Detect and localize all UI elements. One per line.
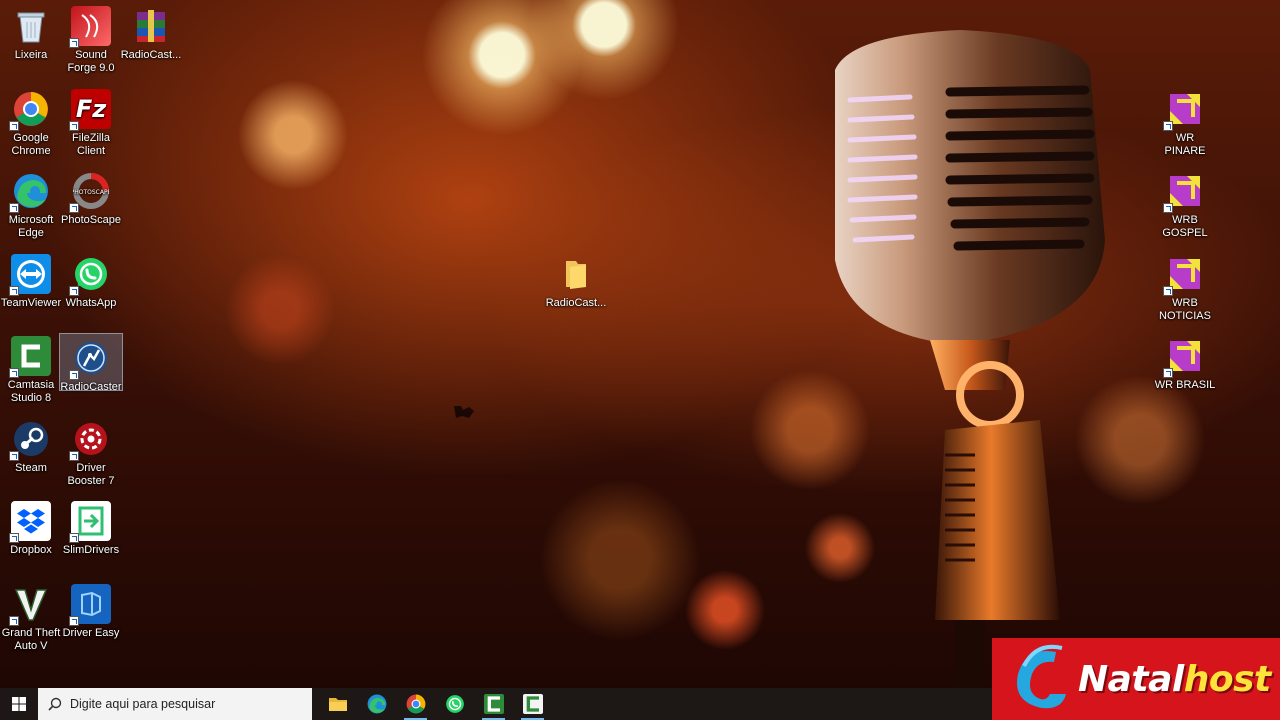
teamviewer-icon (9, 254, 51, 296)
icon-label: WR BRASIL (1154, 379, 1216, 391)
icon-label: Driver Easy (62, 627, 120, 639)
driver-easy-icon (69, 584, 111, 626)
icon-label: SlimDrivers (62, 544, 120, 556)
taskbar-camtasia[interactable] (474, 688, 513, 720)
microphone-wallpaper-art (835, 30, 1105, 688)
natalhost-swirl-icon (1017, 644, 1066, 709)
brand-text-host: host (1183, 658, 1272, 700)
wr-app-icon (1163, 336, 1205, 378)
taskbar-camtasia-recorder[interactable] (513, 688, 552, 720)
taskbar-file-explorer[interactable] (318, 688, 357, 720)
steam-icon (9, 419, 51, 461)
icon-label: Driver Booster 7 (67, 462, 115, 487)
wr-app-icon (1163, 89, 1205, 131)
winrar-archive-icon (131, 6, 171, 46)
radiocaster-icon (69, 338, 111, 380)
taskbar-chrome[interactable] (396, 688, 435, 720)
desktop-icon-radiocast-archive[interactable]: RadioCast... (120, 2, 182, 62)
icon-label: RadioCast... (545, 297, 607, 309)
natalhost-logo: Natalhost (992, 638, 1280, 720)
chrome-icon (9, 89, 51, 131)
whatsapp-icon (445, 695, 464, 713)
icon-label: RadioCaster (60, 381, 122, 393)
taskbar-edge[interactable] (357, 688, 396, 720)
desktop-icon-wrb-gospel[interactable]: WRB GOSPEL (1154, 167, 1216, 240)
desktop-icon-driver-booster[interactable]: Driver Booster 7 (60, 415, 122, 488)
icon-label: Grand Theft Auto V (1, 627, 61, 652)
desktop-icon-edge[interactable]: Microsoft Edge (0, 167, 62, 240)
start-button[interactable] (0, 688, 38, 720)
icon-label: WRB NOTICIAS (1159, 297, 1211, 322)
icon-label: WhatsApp (65, 297, 117, 309)
camtasia-recorder-icon (522, 694, 543, 714)
desktop-icon-dropbox[interactable]: Dropbox (0, 497, 62, 557)
desktop-icon-slimdrivers[interactable]: SlimDrivers (60, 497, 122, 557)
desktop-icon-teamviewer[interactable]: TeamViewer (0, 250, 62, 310)
icon-label: Microsoft Edge (8, 214, 54, 239)
icon-label: Dropbox (10, 544, 52, 556)
desktop-icon-wr-pinare[interactable]: WR PINARE (1154, 85, 1216, 158)
recycle-bin-icon (11, 6, 51, 46)
icon-label: Camtasia Studio 8 (7, 379, 55, 404)
svg-text:PHOTOSCAPE: PHOTOSCAPE (73, 189, 109, 196)
desktop-icon-recycle-bin[interactable]: Lixeira (0, 2, 62, 62)
icon-label: FileZilla Client (72, 132, 110, 157)
sound-forge-icon (69, 6, 111, 48)
search-placeholder: Digite aqui para pesquisar (70, 697, 216, 711)
gta-v-icon (9, 584, 51, 626)
icon-label: WRB GOSPEL (1162, 214, 1208, 239)
taskbar-whatsapp[interactable] (435, 688, 474, 720)
edge-icon (9, 171, 51, 213)
driver-booster-icon (69, 419, 111, 461)
cursor-icon (454, 406, 474, 418)
icon-label: Sound Forge 9.0 (67, 49, 115, 74)
desktop-icon-steam[interactable]: Steam (0, 415, 62, 475)
icon-label: Lixeira (14, 49, 48, 61)
icon-label: WR PINARE (1164, 132, 1206, 157)
natalhost-wordmark: Natalhost (1078, 659, 1271, 700)
camtasia-icon (483, 694, 504, 714)
desktop-icon-photoscape[interactable]: PHOTOSCAPE PhotoScape (60, 167, 122, 227)
desktop-icon-filezilla[interactable]: Fz FileZilla Client (60, 85, 122, 158)
windows-logo-icon (12, 697, 26, 711)
file-explorer-icon (328, 698, 347, 711)
icon-label: Steam (15, 462, 47, 474)
desktop-icon-sound-forge[interactable]: Sound Forge 9.0 (60, 2, 122, 75)
wr-app-icon (1163, 254, 1205, 296)
desktop-icon-driver-easy[interactable]: Driver Easy (60, 580, 122, 640)
icon-label: TeamViewer (0, 297, 62, 309)
icon-label: RadioCast... (120, 49, 182, 61)
edge-icon (367, 694, 386, 714)
desktop-icon-gta[interactable]: Grand Theft Auto V (0, 580, 62, 653)
camtasia-icon (9, 336, 51, 378)
dropbox-icon (9, 501, 51, 543)
brand-text-natal: Natal (1078, 658, 1184, 700)
filezilla-icon: Fz (69, 89, 111, 131)
desktop-folder-radiocast[interactable]: RadioCast... (545, 250, 607, 310)
icon-label: PhotoScape (61, 214, 121, 226)
taskbar-pinned-apps (318, 688, 552, 720)
folder-icon (556, 254, 596, 294)
wr-app-icon (1163, 171, 1205, 213)
desktop-icon-whatsapp[interactable]: WhatsApp (60, 250, 122, 310)
desktop-icon-wrb-noticias[interactable]: WRB NOTICIAS (1154, 250, 1216, 323)
taskbar-search-box[interactable]: Digite aqui para pesquisar (38, 688, 312, 720)
whatsapp-icon (69, 254, 111, 296)
desktop-icon-camtasia[interactable]: Camtasia Studio 8 (0, 332, 62, 405)
icon-label: Google Chrome (11, 132, 51, 157)
slimdrivers-icon (69, 501, 111, 543)
photoscape-icon: PHOTOSCAPE (69, 171, 111, 213)
desktop-icon-radiocaster[interactable]: RadioCaster (59, 333, 123, 393)
desktop-icon-chrome[interactable]: Google Chrome (0, 85, 62, 158)
search-icon (48, 697, 62, 711)
chrome-icon (406, 694, 425, 714)
desktop-icon-wr-brasil[interactable]: WR BRASIL (1154, 332, 1216, 392)
